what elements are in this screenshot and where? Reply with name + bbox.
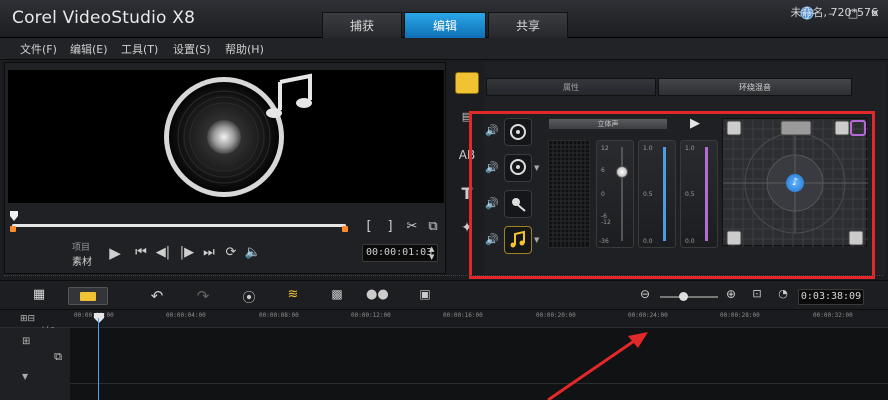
- annotation-arrow: [547, 332, 648, 400]
- app-window: Corel VideoStudio X8 捕获 编辑 共享 – □ ✕ 文件(F…: [0, 0, 888, 400]
